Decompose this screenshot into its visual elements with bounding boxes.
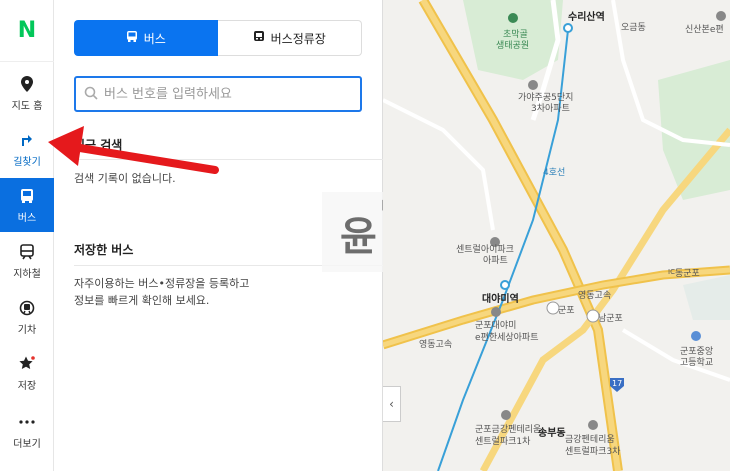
poi-building-icon: [491, 307, 501, 317]
train-icon: [18, 299, 36, 317]
route-number: 17: [612, 379, 623, 388]
rail-label: 기차: [17, 324, 37, 336]
rail-label: 길찾기: [13, 156, 41, 168]
map-label: 센트럴파크1차: [475, 437, 531, 447]
road: [621, 328, 730, 382]
naver-logo[interactable]: N: [0, 0, 54, 62]
tab-label: 버스: [143, 31, 166, 46]
rail-item-train[interactable]: 기차: [0, 290, 54, 344]
poi-building-icon: [501, 410, 511, 420]
map-pin-icon: [18, 75, 36, 93]
map-label: 대야미역: [482, 294, 519, 305]
map-label: 고등학교: [680, 358, 714, 368]
station-marker: [563, 23, 573, 33]
left-nav-rail: N 지도 홈 길찾기 버스 지하철 기차 저장 더보기: [0, 0, 54, 471]
poi-park-icon: [508, 13, 518, 23]
map-label: 3차아파트: [531, 104, 570, 114]
poi-school-icon: [691, 331, 701, 341]
map-label: 영동고속: [578, 291, 612, 301]
map-canvas[interactable]: 수리산역 오금동 초막골 생태공원 가야주공5단지 3차아파트 신산본e편 센트…: [383, 0, 730, 471]
map-label: 영동고속: [419, 340, 453, 350]
map-label: IC: [668, 268, 675, 276]
map-label: 동군포: [675, 269, 700, 279]
logo-text: N: [17, 18, 37, 43]
map-drawing: [383, 0, 730, 471]
bus-search-panel: 버스 버스정류장 최근 검색 검색 기록이 없습니다. 저장한 버스 자주이용하…: [54, 0, 412, 471]
rail-label: 더보기: [13, 438, 41, 450]
rail-item-bus[interactable]: 버스: [0, 178, 54, 232]
rail-item-saved[interactable]: 저장: [0, 346, 54, 400]
map-label: 아파트: [483, 256, 508, 266]
map-label: 센트럴파크3차: [565, 447, 621, 457]
bus-icon: [18, 187, 36, 205]
rail-label: 버스: [17, 212, 37, 224]
station-marker: [500, 280, 510, 290]
rail-label: 지하철: [13, 268, 41, 280]
rail-item-more[interactable]: 더보기: [0, 404, 54, 458]
route-arrow-icon: [18, 131, 36, 149]
more-icon: [18, 413, 36, 431]
subway-icon: [18, 243, 36, 261]
saved-bus-title: 저장한 버스: [74, 243, 134, 257]
park-area: [658, 60, 730, 200]
map-label: 군포: [558, 306, 575, 316]
watermark-text: 윤: [340, 214, 377, 260]
rail-item-subway[interactable]: 지하철: [0, 234, 54, 288]
map-label: 생태공원: [496, 41, 530, 51]
saved-desc-line-1: 자주이용하는 버스•정류장을 등록하고: [74, 277, 250, 290]
map-label: 남군포: [598, 314, 623, 324]
tab-bus-stop[interactable]: 버스정류장: [217, 20, 362, 56]
panel-collapse-button[interactable]: ‹: [383, 386, 401, 422]
map-label: 송부동: [538, 428, 566, 439]
saved-desc-line-2: 정보를 빠르게 확인해 보세요.: [74, 294, 210, 307]
search-icon: [84, 85, 98, 104]
annotation-arrow-icon: [48, 126, 219, 174]
bus-icon: [126, 30, 138, 46]
park-area: [683, 275, 730, 320]
map-label: e편한세상아파트: [475, 333, 539, 343]
poi-building-icon: [716, 11, 726, 21]
star-icon: [18, 355, 36, 373]
bus-search-box[interactable]: [74, 76, 362, 112]
rail-label: 지도 홈: [11, 100, 43, 112]
chevron-left-icon: ‹: [389, 397, 394, 411]
panel-tabs: 버스 버스정류장: [74, 20, 362, 56]
road: [383, 98, 495, 231]
map-label: 4호선: [543, 168, 566, 178]
poi-building-icon: [528, 80, 538, 90]
bus-stop-icon: [253, 30, 265, 46]
poi-building-icon: [588, 420, 598, 430]
tab-bus[interactable]: 버스: [74, 20, 218, 56]
map-label: 신산본e편: [685, 25, 724, 35]
tab-label: 버스정류장: [270, 31, 326, 46]
bus-number-input[interactable]: [104, 86, 344, 102]
map-label: 수리산역: [568, 12, 605, 23]
map-label: 오금동: [621, 23, 646, 33]
rail-label: 저장: [17, 380, 37, 392]
